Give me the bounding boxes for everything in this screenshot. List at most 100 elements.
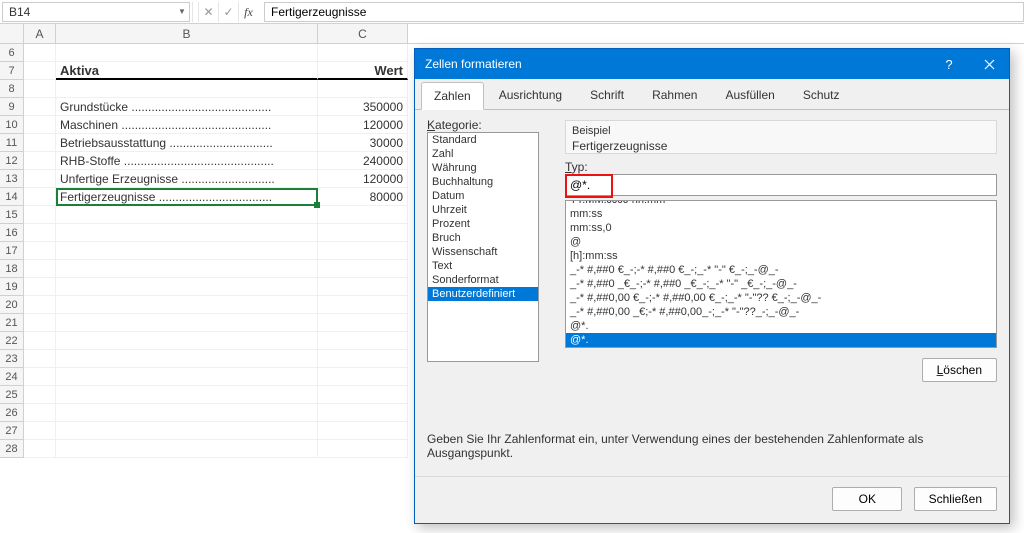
row-header[interactable]: 6 [0, 44, 24, 62]
row-header[interactable]: 24 [0, 368, 24, 386]
cell[interactable] [56, 260, 318, 278]
row-header[interactable]: 14 [0, 188, 24, 206]
type-item[interactable]: _-* #,##0,00 €_-;-* #,##0,00 €_-;_-* "-"… [566, 291, 996, 305]
kategorie-item[interactable]: Bruch [428, 231, 538, 245]
cell[interactable]: 80000 [318, 188, 408, 206]
tab-zahlen[interactable]: Zahlen [421, 82, 484, 110]
cell[interactable]: Grundstücke ............................… [56, 98, 318, 116]
loeschen-button[interactable]: Löschen [922, 358, 997, 382]
cell[interactable] [318, 422, 408, 440]
type-item[interactable]: _-* #,##0 €_-;-* #,##0 €_-;_-* "-" €_-;_… [566, 263, 996, 277]
ok-button[interactable]: OK [832, 487, 902, 511]
cell[interactable]: RHB-Stoffe .............................… [56, 152, 318, 170]
cell[interactable] [318, 440, 408, 458]
tab-schrift[interactable]: Schrift [577, 81, 637, 109]
cell[interactable]: 350000 [318, 98, 408, 116]
formula-input[interactable] [264, 2, 1024, 22]
col-header-b[interactable]: B [56, 24, 318, 43]
cell[interactable] [24, 98, 56, 116]
cell[interactable]: 30000 [318, 134, 408, 152]
row-header[interactable]: 17 [0, 242, 24, 260]
dialog-titlebar[interactable]: Zellen formatieren ? [415, 49, 1009, 79]
cell[interactable]: 120000 [318, 170, 408, 188]
type-item[interactable]: [h]:mm:ss [566, 249, 996, 263]
row-header[interactable]: 20 [0, 296, 24, 314]
cell[interactable] [24, 116, 56, 134]
types-list[interactable]: hh:mm:ssTT.MM.JJJJ hh:mmmm:ssmm:ss,0@[h]… [565, 200, 997, 348]
fx-icon[interactable]: fx [238, 2, 258, 22]
cell[interactable] [24, 152, 56, 170]
row-header[interactable]: 18 [0, 260, 24, 278]
select-all-corner[interactable] [0, 24, 24, 43]
row-header[interactable]: 10 [0, 116, 24, 134]
cell[interactable] [24, 368, 56, 386]
kategorie-item[interactable]: Zahl [428, 147, 538, 161]
row-header[interactable]: 21 [0, 314, 24, 332]
cell[interactable] [318, 332, 408, 350]
kategorie-list[interactable]: StandardZahlWährungBuchhaltungDatumUhrze… [427, 132, 539, 362]
cell[interactable] [24, 188, 56, 206]
type-item[interactable]: TT.MM.JJJJ hh:mm [566, 200, 996, 207]
cell[interactable] [318, 80, 408, 98]
tab-schutz[interactable]: Schutz [790, 81, 853, 109]
cell[interactable] [24, 260, 56, 278]
cell[interactable] [56, 422, 318, 440]
close-icon[interactable] [969, 49, 1009, 79]
cell[interactable] [56, 314, 318, 332]
cell[interactable]: Wert [318, 62, 408, 80]
cell[interactable] [318, 368, 408, 386]
cell[interactable] [318, 386, 408, 404]
row-header[interactable]: 11 [0, 134, 24, 152]
kategorie-item[interactable]: Sonderformat [428, 273, 538, 287]
cell[interactable] [56, 368, 318, 386]
type-item[interactable]: _-* #,##0 _€_-;-* #,##0 _€_-;_-* "-" _€_… [566, 277, 996, 291]
cell[interactable] [56, 44, 318, 62]
cell[interactable] [56, 206, 318, 224]
cell[interactable] [318, 296, 408, 314]
cell[interactable] [24, 386, 56, 404]
kategorie-item[interactable]: Wissenschaft [428, 245, 538, 259]
cell[interactable] [24, 242, 56, 260]
row-header[interactable]: 16 [0, 224, 24, 242]
kategorie-item[interactable]: Uhrzeit [428, 203, 538, 217]
cell[interactable] [24, 170, 56, 188]
row-header[interactable]: 23 [0, 350, 24, 368]
cell[interactable]: Fertigerzeugnisse ......................… [56, 188, 318, 206]
cell[interactable] [24, 404, 56, 422]
cell[interactable] [24, 440, 56, 458]
cell[interactable] [318, 404, 408, 422]
typ-input[interactable] [565, 174, 997, 196]
cell[interactable]: Aktiva [56, 62, 318, 80]
kategorie-item[interactable]: Text [428, 259, 538, 273]
cell[interactable] [56, 278, 318, 296]
row-header[interactable]: 12 [0, 152, 24, 170]
col-header-a[interactable]: A [24, 24, 56, 43]
cell[interactable] [318, 206, 408, 224]
type-item[interactable]: mm:ss [566, 207, 996, 221]
cell[interactable]: 240000 [318, 152, 408, 170]
cell[interactable] [24, 80, 56, 98]
cell[interactable]: Unfertige Erzeugnisse ..................… [56, 170, 318, 188]
cell[interactable] [318, 314, 408, 332]
row-header[interactable]: 19 [0, 278, 24, 296]
kategorie-item[interactable]: Prozent [428, 217, 538, 231]
col-header-c[interactable]: C [318, 24, 408, 43]
cell[interactable] [24, 422, 56, 440]
cell[interactable] [24, 134, 56, 152]
row-header[interactable]: 28 [0, 440, 24, 458]
row-header[interactable]: 26 [0, 404, 24, 422]
row-header[interactable]: 25 [0, 386, 24, 404]
cell[interactable] [56, 404, 318, 422]
row-header[interactable]: 15 [0, 206, 24, 224]
kategorie-item[interactable]: Standard [428, 133, 538, 147]
type-item[interactable]: mm:ss,0 [566, 221, 996, 235]
cell[interactable] [24, 296, 56, 314]
cell[interactable] [56, 242, 318, 260]
type-item[interactable]: @*. [566, 333, 996, 347]
cell[interactable]: Betriebsausstattung ....................… [56, 134, 318, 152]
chevron-down-icon[interactable]: ▼ [175, 7, 189, 16]
row-header[interactable]: 13 [0, 170, 24, 188]
cell[interactable] [56, 80, 318, 98]
cell[interactable] [24, 44, 56, 62]
cell[interactable] [24, 62, 56, 80]
